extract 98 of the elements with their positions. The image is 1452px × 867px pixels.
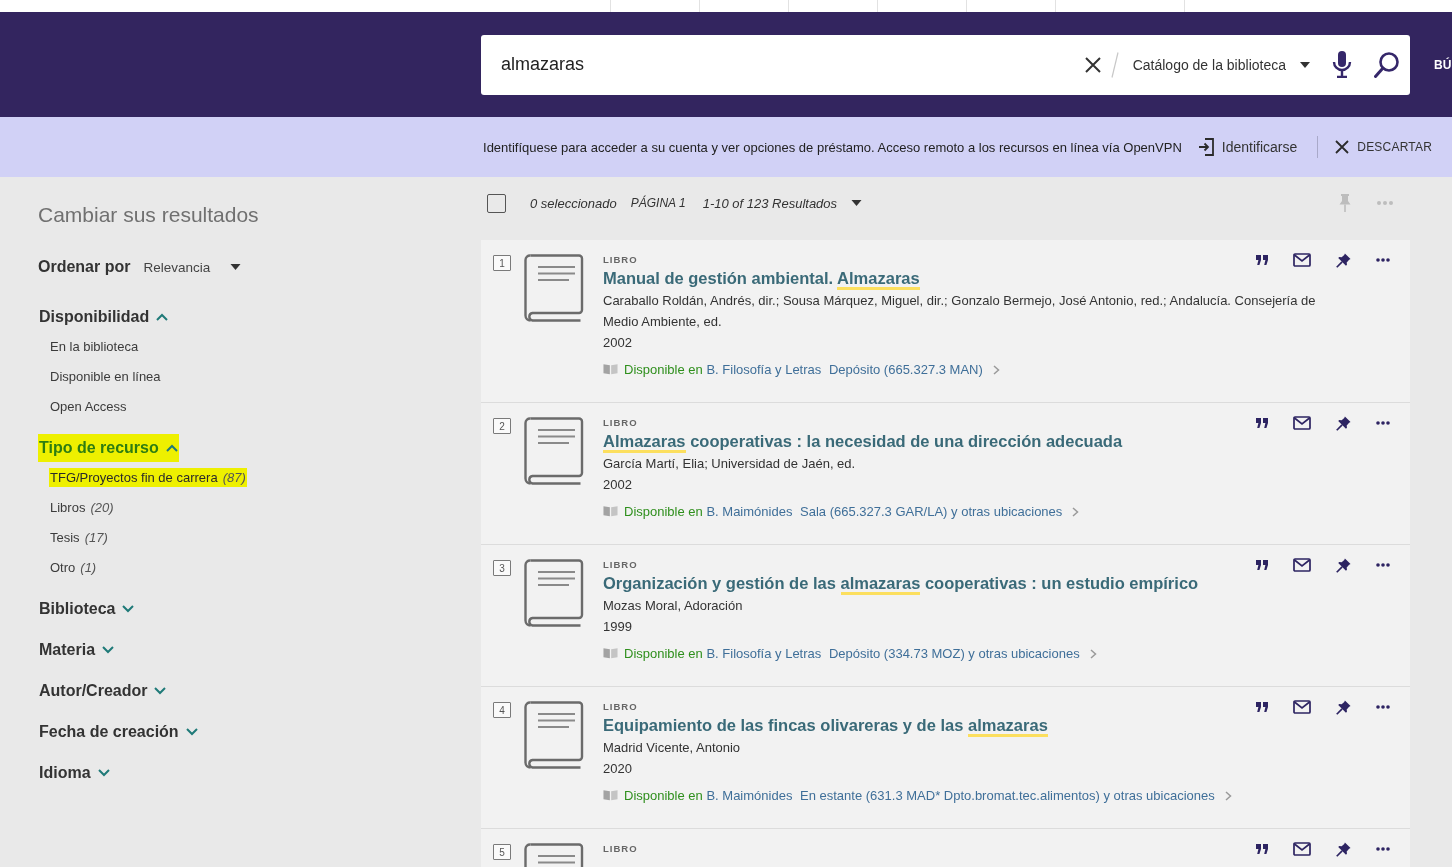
result-title-link[interactable]: Almazaras cooperativas : la necesidad de una dirección adecuada bbox=[603, 429, 1123, 453]
availability-link[interactable]: Disponible en B. Filosofía y Letras Depósito (334.73 MOZ) y otras ubicaciones bbox=[603, 643, 1097, 665]
book-icon bbox=[524, 417, 584, 485]
email-icon[interactable] bbox=[1293, 842, 1311, 856]
sign-in-icon bbox=[1197, 138, 1214, 156]
quote-icon[interactable] bbox=[1256, 254, 1268, 266]
sort-dropdown[interactable]: Relevancia bbox=[143, 259, 242, 275]
more-options-icon[interactable] bbox=[1376, 258, 1390, 262]
facet-option[interactable]: Tesis (17) bbox=[49, 527, 109, 547]
result-number: 1 bbox=[493, 255, 511, 271]
result-number: 3 bbox=[493, 560, 511, 576]
facet-count: (17) bbox=[84, 529, 108, 545]
facet-option[interactable]: Disponible en línea bbox=[49, 366, 162, 386]
dismiss-button[interactable]: DESCARTAR bbox=[1335, 140, 1432, 154]
result-number: 2 bbox=[493, 418, 511, 434]
chevron-right-icon bbox=[1072, 507, 1080, 517]
sign-in-link[interactable]: Identificarse bbox=[1197, 138, 1298, 156]
facet-count: (1) bbox=[80, 559, 97, 575]
caret-icon bbox=[230, 264, 242, 270]
quote-icon[interactable] bbox=[1256, 559, 1268, 571]
caret-icon bbox=[1300, 61, 1310, 68]
result-year: 2020 bbox=[603, 760, 632, 778]
facet-heading[interactable]: Fecha de creación bbox=[38, 718, 199, 746]
resource-type: LIBRO bbox=[603, 559, 638, 571]
results-range: 1-10 of 123 Resultados bbox=[702, 195, 838, 211]
scope-dropdown[interactable]: Catálogo de la biblioteca bbox=[1132, 56, 1310, 73]
email-icon[interactable] bbox=[1293, 700, 1311, 714]
search-field[interactable]: almazaras Catálogo de la biblioteca bbox=[481, 34, 1410, 95]
facet-heading[interactable]: Idioma bbox=[38, 759, 111, 787]
book-icon bbox=[524, 254, 584, 322]
microphone-icon[interactable] bbox=[1332, 51, 1352, 78]
result-title-link[interactable]: Organización y gestión de las almazaras cooperativas : un estudio empírico bbox=[603, 571, 1199, 595]
chevron-right-icon bbox=[1224, 791, 1232, 801]
clear-icon[interactable] bbox=[1084, 56, 1101, 73]
result-authors: García Martí, Elia; Universidad de Jaén, ed. bbox=[603, 455, 856, 473]
result-authors: Madrid Vicente, Antonio bbox=[603, 739, 741, 757]
notice-message: Identifíquese para acceder a su cuenta y ver opciones de préstamo. Acceso remoto a los recursos en línea vía OpenVPN bbox=[483, 139, 1182, 155]
facet-heading[interactable]: Disponibilidad bbox=[38, 303, 170, 331]
close-icon bbox=[1335, 140, 1350, 154]
email-icon[interactable] bbox=[1293, 253, 1311, 267]
facet-option[interactable]: Libros (20) bbox=[49, 497, 115, 517]
quote-icon[interactable] bbox=[1256, 843, 1268, 855]
result-title-link[interactable]: Manual de gestión ambiental. Almazaras bbox=[603, 266, 920, 290]
caret-icon[interactable] bbox=[851, 200, 863, 206]
select-all-checkbox[interactable] bbox=[487, 193, 506, 213]
resource-type: LIBRO bbox=[603, 254, 638, 266]
search-icon[interactable] bbox=[1374, 51, 1399, 78]
more-options-icon[interactable] bbox=[1376, 563, 1390, 567]
facet-heading[interactable]: Autor/Creador bbox=[38, 677, 168, 705]
quote-icon[interactable] bbox=[1256, 417, 1268, 429]
facet-heading[interactable]: Materia bbox=[38, 636, 116, 664]
sort-label: Ordenar por bbox=[38, 258, 131, 276]
facet-option[interactable]: En la biblioteca bbox=[49, 336, 140, 356]
pin-icon[interactable] bbox=[1336, 699, 1351, 715]
result-year: 1999 bbox=[603, 618, 632, 636]
chevron-right-icon bbox=[992, 365, 1000, 375]
page-number: PÁGINA 1 bbox=[630, 196, 686, 210]
open-book-icon bbox=[603, 789, 618, 801]
resource-type: LIBRO bbox=[603, 417, 638, 429]
availability-link[interactable]: Disponible en B. Maimónides Sala (665.327.3 GAR/LA) y otras ubicaciones bbox=[603, 501, 1080, 523]
more-options-icon[interactable] bbox=[1376, 421, 1390, 425]
pin-icon[interactable] bbox=[1336, 557, 1351, 573]
chevron-right-icon bbox=[1089, 649, 1097, 659]
email-icon[interactable] bbox=[1293, 416, 1311, 430]
facet-heading[interactable]: Tipo de recurso bbox=[38, 434, 179, 462]
search-tab-link[interactable]: BÚ bbox=[1434, 57, 1452, 72]
book-icon bbox=[524, 701, 584, 769]
pin-icon[interactable] bbox=[1336, 841, 1351, 857]
facet-option[interactable]: Open Access bbox=[49, 396, 128, 416]
quote-icon[interactable] bbox=[1256, 701, 1268, 713]
result-year: 2002 bbox=[603, 476, 632, 494]
facet-option[interactable]: Otro (1) bbox=[49, 557, 98, 577]
result-authors: Mozas Moral, Adoración bbox=[603, 597, 743, 615]
open-book-icon bbox=[603, 505, 618, 517]
email-icon[interactable] bbox=[1293, 558, 1311, 572]
open-book-icon bbox=[603, 647, 618, 659]
resource-type: LIBRO bbox=[603, 701, 638, 713]
more-options-icon[interactable] bbox=[1376, 847, 1390, 851]
facet-count: (20) bbox=[90, 499, 114, 515]
open-book-icon bbox=[603, 363, 618, 375]
result-number: 5 bbox=[493, 844, 511, 860]
availability-link[interactable]: Disponible en B. Filosofía y Letras Depósito (665.327.3 MAN) bbox=[603, 359, 1000, 381]
separator-line bbox=[1110, 51, 1119, 78]
result-authors: Caraballo Roldán, Andrés, dir.; Sousa Márquez, Miguel, dir.; Gonzalo Bermejo, José Antonio, red.; Andalucía. Consejería de Medio Ambiente, ed. bbox=[603, 292, 1317, 331]
pin-icon[interactable] bbox=[1336, 415, 1351, 431]
book-icon bbox=[524, 559, 584, 627]
facet-count: (87) bbox=[222, 469, 246, 485]
facet-option[interactable]: TFG/Proyectos fin de carrera (87) bbox=[49, 467, 247, 487]
resource-type: LIBRO bbox=[603, 843, 638, 855]
sidebar-title: Cambiar sus resultados bbox=[38, 202, 259, 228]
pin-icon[interactable] bbox=[1336, 252, 1351, 268]
more-options-icon[interactable] bbox=[1376, 705, 1390, 709]
result-title-link[interactable]: Equipamiento de las fincas olivareras y de las almazaras bbox=[603, 713, 1048, 737]
result-year: 2002 bbox=[603, 334, 632, 352]
result-number: 4 bbox=[493, 702, 511, 718]
availability-link[interactable]: Disponible en B. Maimónides En estante (631.3 MAD* Dpto.bromat.tec.alimentos) y otras ubicaciones bbox=[603, 785, 1232, 807]
selected-count: 0 seleccionado bbox=[530, 195, 617, 211]
facet-heading[interactable]: Biblioteca bbox=[38, 595, 136, 623]
